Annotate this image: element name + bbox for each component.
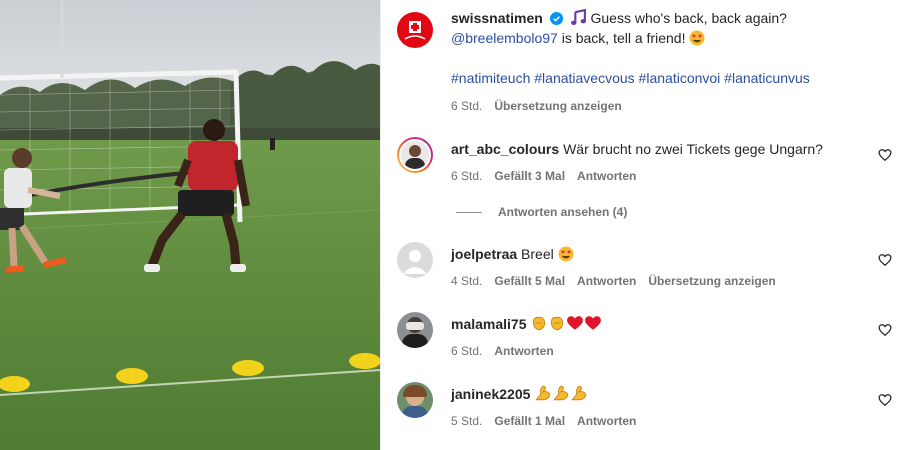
janinek2205-avatar[interactable] xyxy=(397,382,433,418)
reply-button[interactable]: Antworten xyxy=(577,166,636,186)
default-user-icon xyxy=(403,250,427,274)
comment-text: Wär brucht no zwei Tickets gege Ungarn? xyxy=(563,141,823,157)
comment-item: malamali75 6 Std. Antworten xyxy=(397,312,890,361)
post-video[interactable] xyxy=(0,0,380,450)
heart-eyes-emoji-icon xyxy=(558,246,574,262)
post-time: 6 Std. xyxy=(451,99,483,113)
music-notes-emoji-icon xyxy=(570,9,586,25)
reply-button[interactable]: Antworten xyxy=(577,411,636,431)
red-heart-emoji-icon xyxy=(585,316,602,330)
comment-likes[interactable]: Gefällt 1 Mal xyxy=(494,411,565,431)
training-scene-image xyxy=(0,0,380,450)
comment-item: joelpetraa Breel 4 Std. Gefällt 5 Mal An… xyxy=(397,242,890,291)
comment-username[interactable]: art_abc_colours xyxy=(451,141,559,157)
flexed-biceps-emoji-icon xyxy=(535,385,551,401)
heart-outline-icon[interactable] xyxy=(878,253,892,267)
comment-username[interactable]: joelpetraa xyxy=(451,246,517,262)
swissnatimen-avatar[interactable] xyxy=(397,12,433,48)
heart-outline-icon[interactable] xyxy=(878,393,892,407)
comment-username[interactable]: janinek2205 xyxy=(451,386,530,402)
comment-item: janinek2205 5 Std. Gefällt 1 Mal Antwort… xyxy=(397,382,890,431)
replies-divider xyxy=(456,211,482,213)
clapping-hands-emoji-icon xyxy=(533,316,546,331)
comment-time: 5 Std. xyxy=(451,414,483,428)
malamali75-avatar[interactable] xyxy=(397,312,433,348)
heart-outline-icon[interactable] xyxy=(878,148,892,162)
reply-button[interactable]: Antworten xyxy=(577,271,636,291)
view-replies-label: Antworten ansehen (4) xyxy=(498,205,628,219)
flexed-biceps-emoji-icon xyxy=(571,385,587,401)
swiss-cross-logo-icon xyxy=(404,21,426,40)
post-caption: swissnatimen Guess who's back, back agai… xyxy=(397,9,890,116)
comment-time: 6 Std. xyxy=(451,344,483,358)
post-hashtags[interactable]: #natimiteuch #lanatiavecvous #lanaticonv… xyxy=(451,68,890,88)
heart-eyes-emoji-icon xyxy=(689,30,705,46)
mention-link[interactable]: @breelembolo97 xyxy=(451,30,558,46)
post-author-username[interactable]: swissnatimen xyxy=(451,10,543,26)
comment-time: 6 Std. xyxy=(451,169,483,183)
art-abc-colours-avatar[interactable] xyxy=(397,137,433,173)
caption-line-1: Guess who's back, back again? xyxy=(590,10,787,26)
red-heart-emoji-icon xyxy=(567,316,584,330)
reply-button[interactable]: Antworten xyxy=(494,341,553,361)
post-translate-button[interactable]: Übersetzung anzeigen xyxy=(494,96,621,116)
comment-username[interactable]: malamali75 xyxy=(451,316,527,332)
comment-text: Breel xyxy=(521,246,554,262)
comment-likes[interactable]: Gefällt 5 Mal xyxy=(494,271,565,291)
comment-time: 4 Std. xyxy=(451,274,483,288)
joelpetraa-avatar[interactable] xyxy=(397,242,433,278)
instagram-post-view: swissnatimen Guess who's back, back agai… xyxy=(0,0,900,450)
translate-button[interactable]: Übersetzung anzeigen xyxy=(648,271,775,291)
flexed-biceps-emoji-icon xyxy=(553,385,569,401)
comment-item: art_abc_colours Wär brucht no zwei Ticke… xyxy=(397,137,890,186)
verified-badge-icon xyxy=(549,12,563,25)
comments-panel: swissnatimen Guess who's back, back agai… xyxy=(380,0,900,450)
caption-line-2: is back, tell a friend! xyxy=(557,30,686,46)
view-replies-button[interactable]: Antworten ansehen (4) xyxy=(456,205,627,219)
comment-likes[interactable]: Gefällt 3 Mal xyxy=(494,166,565,186)
heart-outline-icon[interactable] xyxy=(878,323,892,337)
clapping-hands-emoji-icon xyxy=(551,316,564,331)
